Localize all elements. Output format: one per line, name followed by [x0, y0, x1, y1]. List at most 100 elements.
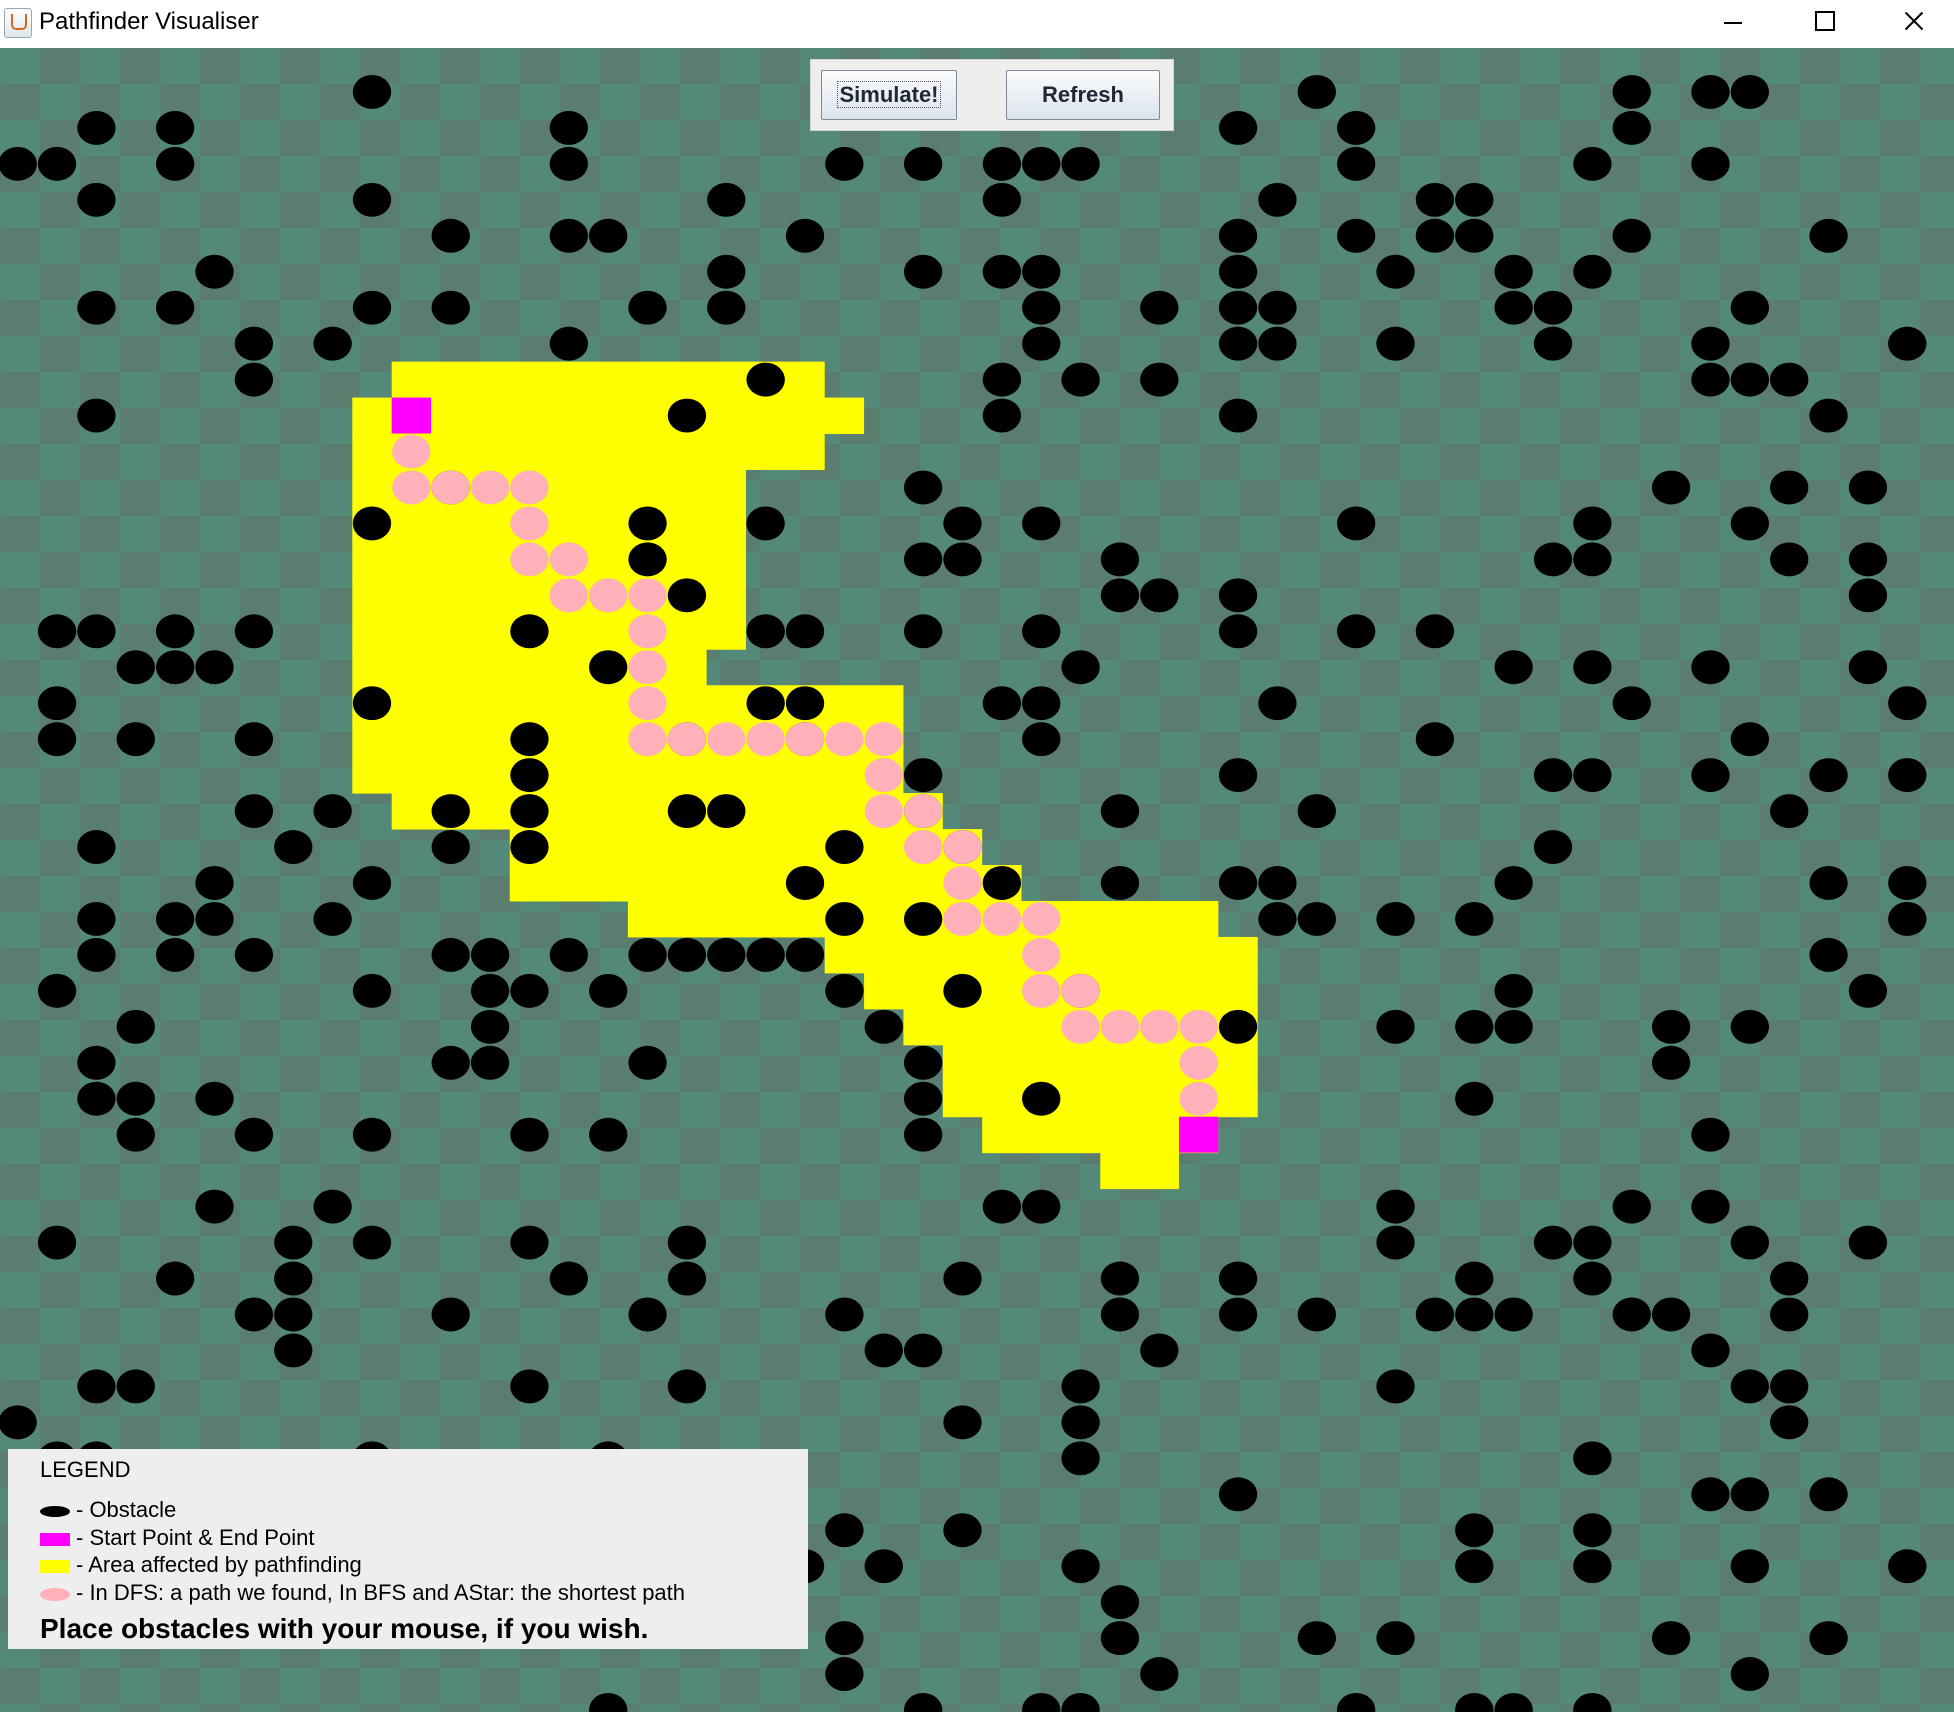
obstacle-node [1730, 1477, 1770, 1512]
obstacle-node [903, 1333, 943, 1368]
obstacle-node [707, 182, 746, 217]
path-node [1140, 1009, 1179, 1044]
obstacle-node [1376, 1009, 1415, 1044]
obstacle-node [313, 326, 352, 361]
obstacle-node [1612, 1189, 1651, 1224]
path-node [549, 542, 589, 577]
obstacle-node [1022, 326, 1061, 361]
obstacle-node [628, 542, 667, 577]
obstacle-node [1415, 722, 1455, 757]
obstacle-node [1730, 722, 1770, 757]
obstacle-node [116, 722, 155, 757]
obstacle-node [77, 1045, 116, 1080]
obstacle-node [589, 973, 628, 1008]
obstacle-node [903, 254, 943, 289]
obstacle-node [77, 1081, 116, 1116]
obstacle-node [1730, 1657, 1770, 1692]
obstacle-node [1809, 937, 1848, 972]
obstacle-node [589, 1693, 628, 1712]
maximize-button[interactable] [1778, 0, 1870, 48]
obstacle-swatch-icon [40, 1505, 70, 1517]
obstacle-node [982, 398, 1022, 433]
obstacle-node [234, 794, 274, 829]
obstacle-node [1888, 758, 1927, 793]
obstacle-node [77, 830, 116, 865]
obstacle-node [1022, 1693, 1061, 1712]
obstacle-node [1218, 1297, 1258, 1332]
obstacle-node [1100, 1261, 1140, 1296]
obstacle-node [1494, 973, 1533, 1008]
obstacle-node [1848, 578, 1888, 613]
obstacle-node [1770, 794, 1809, 829]
obstacle-node [746, 614, 785, 649]
obstacle-node [155, 650, 195, 685]
obstacle-node [1100, 1297, 1140, 1332]
path-node [903, 794, 943, 829]
obstacle-node [1415, 614, 1455, 649]
obstacle-node [589, 650, 628, 685]
path-node [864, 758, 903, 793]
obstacle-node [1573, 254, 1612, 289]
path-node [1100, 1009, 1140, 1044]
search-area-cell [391, 793, 943, 830]
obstacle-node [1100, 794, 1140, 829]
obstacle-node [785, 937, 825, 972]
obstacle-node [1848, 470, 1888, 505]
obstacle-node [1455, 182, 1494, 217]
obstacle-node [1691, 326, 1730, 361]
refresh-button[interactable]: Refresh [1006, 70, 1160, 120]
obstacle-node [785, 218, 825, 253]
obstacle-node [352, 686, 392, 721]
obstacle-node [37, 973, 77, 1008]
path-node [510, 470, 549, 505]
minimize-button[interactable] [1686, 0, 1778, 48]
obstacle-node [1573, 506, 1612, 541]
path-node [392, 470, 431, 505]
obstacle-node [77, 901, 116, 936]
obstacle-node [549, 1261, 589, 1296]
obstacle-node [982, 146, 1022, 181]
obstacle-node [903, 758, 943, 793]
obstacle-node [1100, 866, 1140, 900]
obstacle-node [1022, 254, 1061, 289]
obstacle-node [155, 110, 195, 145]
obstacle-node [1691, 146, 1730, 181]
obstacle-node [1258, 290, 1297, 325]
title-bar: Pathfinder Visualiser [0, 0, 1954, 48]
obstacle-node [903, 901, 943, 936]
obstacle-node [1100, 1585, 1140, 1620]
obstacle-node [116, 1117, 155, 1152]
obstacle-node [1730, 74, 1770, 109]
path-node [746, 722, 785, 757]
obstacle-node [628, 1297, 667, 1332]
obstacle-node [431, 290, 470, 325]
obstacle-node [1061, 362, 1100, 397]
obstacle-node [1770, 1261, 1809, 1296]
obstacle-node [1218, 1009, 1258, 1044]
obstacle-node [1140, 1657, 1179, 1692]
obstacle-node [116, 1369, 155, 1404]
obstacle-node [116, 1009, 155, 1044]
obstacle-node [470, 1009, 510, 1044]
obstacle-node [982, 254, 1022, 289]
obstacle-node [510, 830, 549, 865]
java-app-icon [4, 8, 32, 38]
obstacle-node [1061, 1441, 1100, 1476]
path-node [431, 470, 470, 505]
obstacle-node [155, 146, 195, 181]
obstacle-node [1455, 1081, 1494, 1116]
obstacle-node [982, 1189, 1022, 1224]
obstacle-node [1888, 866, 1927, 900]
obstacle-node [1061, 146, 1100, 181]
path-node [1179, 1045, 1218, 1080]
obstacle-node [431, 1045, 470, 1080]
obstacle-node [234, 1297, 274, 1332]
close-button[interactable] [1870, 0, 1954, 48]
obstacle-node [274, 1333, 313, 1368]
path-node [864, 722, 903, 757]
obstacle-node [470, 1045, 510, 1080]
path-node [943, 866, 982, 900]
obstacle-node [549, 110, 589, 145]
simulate-button[interactable]: Simulate! [821, 70, 957, 120]
obstacle-node [77, 1369, 116, 1404]
